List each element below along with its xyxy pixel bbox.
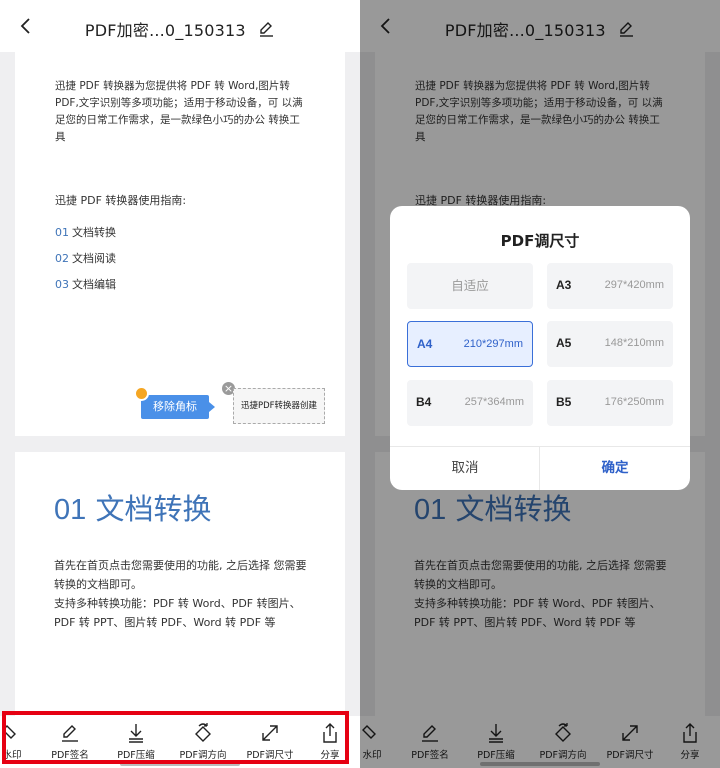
right-screen: PDF加密...0_150313 迅捷 PDF 转换器为您提供将 PDF 转 W… bbox=[360, 0, 720, 768]
size-dimensions: 210*297mm bbox=[463, 338, 523, 350]
size-dimensions: 257*364mm bbox=[464, 396, 524, 408]
edit-pencil-icon[interactable] bbox=[257, 20, 275, 38]
size-dimensions: 148*210mm bbox=[604, 337, 664, 349]
section-heading: 01 文档转换 bbox=[54, 486, 212, 528]
watermark-box: 迅捷PDF转换器创建 bbox=[233, 388, 325, 424]
page-title: PDF加密...0_150313 bbox=[84, 21, 246, 40]
remove-watermark-button[interactable]: 移除角标 bbox=[141, 395, 215, 419]
size-name: B5 bbox=[556, 395, 572, 409]
guide-item-number: 03 bbox=[55, 278, 69, 291]
guide-item-text: 文档转换 bbox=[72, 226, 116, 239]
guide-item: 03 文档编辑 bbox=[55, 276, 116, 292]
left-screen: PDF加密...0_150313 迅捷 PDF 转换器为您提供将 PDF 转 W… bbox=[0, 0, 360, 768]
size-option-a3[interactable]: A3 297*420mm bbox=[547, 263, 673, 309]
section-heading-number: 01 bbox=[54, 494, 87, 526]
top-bar: PDF加密...0_150313 bbox=[0, 0, 360, 52]
dialog-title: PDF调尺寸 bbox=[500, 232, 580, 250]
guide-item: 01 文档转换 bbox=[55, 224, 116, 240]
page-title-wrap: PDF加密...0_150313 bbox=[0, 17, 360, 41]
size-option-a4[interactable]: A4 210*297mm bbox=[407, 321, 533, 367]
size-option-b5[interactable]: B5 176*250mm bbox=[547, 380, 673, 426]
size-dimensions: 176*250mm bbox=[604, 396, 664, 408]
size-option-auto[interactable]: 自适应 bbox=[407, 263, 533, 309]
size-dimensions: 297*420mm bbox=[604, 279, 664, 291]
guide-title: 迅捷 PDF 转换器使用指南: bbox=[55, 194, 187, 207]
toolbar-highlight-box bbox=[2, 711, 349, 764]
size-name: A4 bbox=[417, 337, 433, 351]
cancel-button[interactable]: 取消 bbox=[390, 447, 540, 490]
resize-dialog: PDF调尺寸 自适应 A3 297*420mm A4 210*297mm A5 … bbox=[390, 206, 690, 490]
confirm-button[interactable]: 确定 bbox=[540, 447, 690, 490]
section-body: 首先在首页点击您需要使用的功能, 之后选择 您需要转换的文档即可。 支持多种转换… bbox=[54, 556, 314, 632]
size-name: A3 bbox=[556, 278, 572, 292]
section-paragraph-2: 支持多种转换功能：PDF 转 Word、PDF 转图片、PDF 转 PPT、图片… bbox=[54, 597, 301, 629]
crown-icon bbox=[134, 386, 149, 401]
size-option-b4[interactable]: B4 257*364mm bbox=[407, 380, 533, 426]
guide-item-number: 01 bbox=[55, 226, 69, 239]
section-heading-text: 文档转换 bbox=[95, 492, 212, 526]
guide-item-text: 文档编辑 bbox=[72, 278, 116, 291]
size-name: B4 bbox=[416, 395, 432, 409]
section-paragraph-1: 首先在首页点击您需要使用的功能, 之后选择 您需要转换的文档即可。 bbox=[54, 559, 307, 591]
guide-item: 02 文档阅读 bbox=[55, 250, 116, 266]
guide-item-number: 02 bbox=[55, 252, 69, 265]
intro-paragraph: 迅捷 PDF 转换器为您提供将 PDF 转 Word,图片转 PDF,文字识别等… bbox=[55, 80, 303, 143]
size-option-a5[interactable]: A5 148*210mm bbox=[547, 321, 673, 367]
size-name: A5 bbox=[556, 336, 572, 350]
document-page-1: 迅捷 PDF 转换器为您提供将 PDF 转 Word,图片转 PDF,文字识别等… bbox=[15, 52, 345, 436]
guide-item-text: 文档阅读 bbox=[72, 252, 116, 265]
